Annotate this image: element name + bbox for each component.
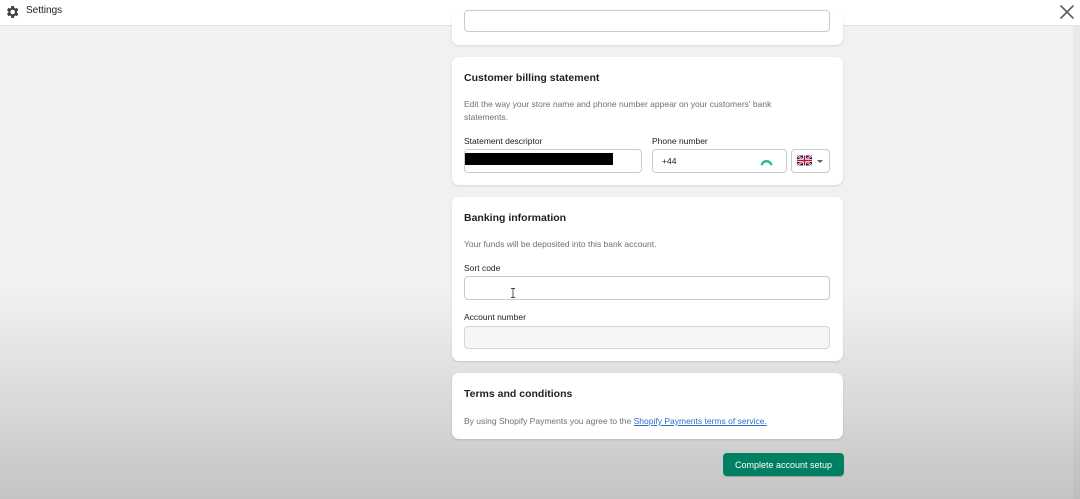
complete-account-setup-button[interactable]: Complete account setup [723, 453, 844, 476]
window-title: Settings [26, 5, 63, 16]
banking-information-description: Your funds will be deposited into this b… [464, 239, 657, 249]
terms-of-service-link[interactable]: Shopify Payments terms of service. [634, 416, 767, 426]
previous-section-input[interactable] [464, 10, 830, 32]
terms-text-prefix: By using Shopify Payments you agree to t… [464, 416, 634, 426]
previous-section-card [452, 10, 843, 45]
billing-statement-title: Customer billing statement [464, 72, 600, 84]
page-scrollbar[interactable] [1073, 26, 1080, 499]
billing-statement-description: Edit the way your store name and phone n… [464, 99, 772, 122]
terms-title: Terms and conditions [464, 388, 573, 400]
phone-number-input[interactable]: +44 [652, 149, 787, 173]
terms-card: Terms and conditions By using Shopify Pa… [452, 373, 843, 439]
billing-statement-card: Customer billing statement Edit the way … [452, 57, 843, 185]
phone-number-label: Phone number [652, 136, 708, 146]
gear-icon [7, 6, 19, 18]
country-select[interactable] [791, 149, 830, 173]
account-number-label: Account number [464, 312, 526, 322]
close-icon[interactable] [1058, 3, 1076, 21]
redacted-value [465, 153, 613, 165]
statement-descriptor-input[interactable] [464, 149, 642, 173]
sort-code-input[interactable] [464, 276, 830, 300]
sort-code-label: Sort code [464, 263, 501, 273]
phone-number-value: +44 [662, 156, 677, 166]
statement-descriptor-label: Statement descriptor [464, 136, 543, 146]
banking-information-title: Banking information [464, 212, 567, 224]
account-number-input[interactable] [464, 326, 830, 349]
loading-arc-icon [760, 160, 773, 166]
banking-information-card: Banking information Your funds will be d… [452, 197, 843, 361]
chevron-down-icon [817, 160, 823, 163]
text-cursor-icon [511, 288, 515, 298]
uk-flag-icon [797, 155, 812, 166]
terms-text: By using Shopify Payments you agree to t… [464, 416, 767, 426]
